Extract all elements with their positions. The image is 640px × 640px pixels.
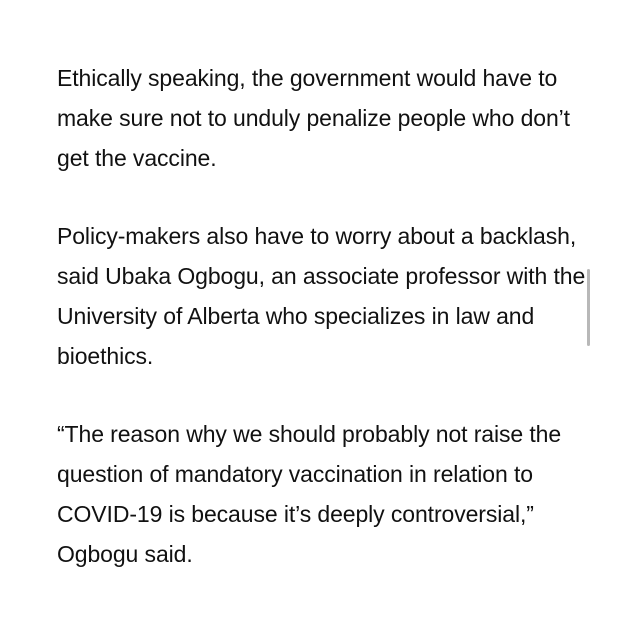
- paragraph-ethics: Ethically speaking, the government would…: [57, 65, 570, 171]
- paragraph-quote: “The reason why we should probably not r…: [57, 421, 562, 567]
- article-body: Ethically speaking, the government would…: [57, 58, 597, 612]
- paragraph-policy-makers: Policy-makers also have to worry about a…: [57, 223, 586, 369]
- scrollbar-thumb[interactable]: [587, 269, 590, 346]
